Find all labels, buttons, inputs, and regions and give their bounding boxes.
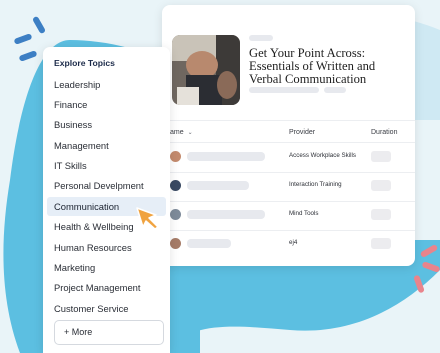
provider-name: Interaction Training [289,181,342,188]
provider-name: Mind Tools [289,210,319,217]
topic-item-marketing[interactable]: Marketing [47,258,166,277]
course-card[interactable]: Get Your Point Across: Essentials of Wri… [162,5,415,266]
column-header-name-label: ame [170,129,184,136]
provider-name: ej4 [289,239,298,246]
duration-placeholder [371,151,391,162]
cursor-pointer-icon [136,207,159,230]
provider-avatar [170,180,181,191]
name-placeholder [187,210,265,219]
name-placeholder [187,239,231,248]
topic-item-finance[interactable]: Finance [47,95,166,114]
duration-placeholder [371,209,391,220]
topic-item-it-skills[interactable]: IT Skills [47,156,166,175]
topic-item-leadership[interactable]: Leadership [47,75,166,94]
course-thumbnail [172,35,240,105]
column-header-duration[interactable]: Duration [371,129,397,136]
provider-name: Access Workplace Skills [289,152,356,159]
course-subtitle-placeholder [324,87,346,93]
column-header-name[interactable]: ame ⌄ [170,129,193,136]
table-row[interactable]: Interaction Training [162,172,415,201]
duration-placeholder [371,180,391,191]
provider-avatar [170,209,181,220]
topic-item-management[interactable]: Management [47,136,166,155]
topic-item-personal-development[interactable]: Personal Develpment [47,176,166,195]
table-row[interactable]: Access Workplace Skills [162,143,415,172]
table-divider [162,120,415,121]
explore-topics-menu: Explore Topics Leadership Finance Busine… [43,47,170,353]
chevron-down-icon: ⌄ [187,130,193,136]
name-placeholder [187,152,265,161]
provider-avatar [170,238,181,249]
table-row[interactable]: Mind Tools [162,201,415,230]
more-button[interactable]: + More [54,320,164,345]
name-placeholder [187,181,249,190]
course-title[interactable]: Get Your Point Across: Essentials of Wri… [249,47,409,86]
course-meta-placeholder [249,35,273,41]
decor-dash [31,15,47,35]
course-subtitle-placeholder [249,87,319,93]
topic-item-customer-service[interactable]: Customer Service [47,299,166,318]
menu-title: Explore Topics [54,58,115,68]
topic-item-business[interactable]: Business [47,115,166,134]
column-header-provider[interactable]: Provider [289,129,315,136]
duration-placeholder [371,238,391,249]
provider-avatar [170,151,181,162]
table-row[interactable]: ej4 [162,230,415,259]
topic-item-human-resources[interactable]: Human Resources [47,238,166,257]
topic-item-project-management[interactable]: Project Management [47,278,166,297]
